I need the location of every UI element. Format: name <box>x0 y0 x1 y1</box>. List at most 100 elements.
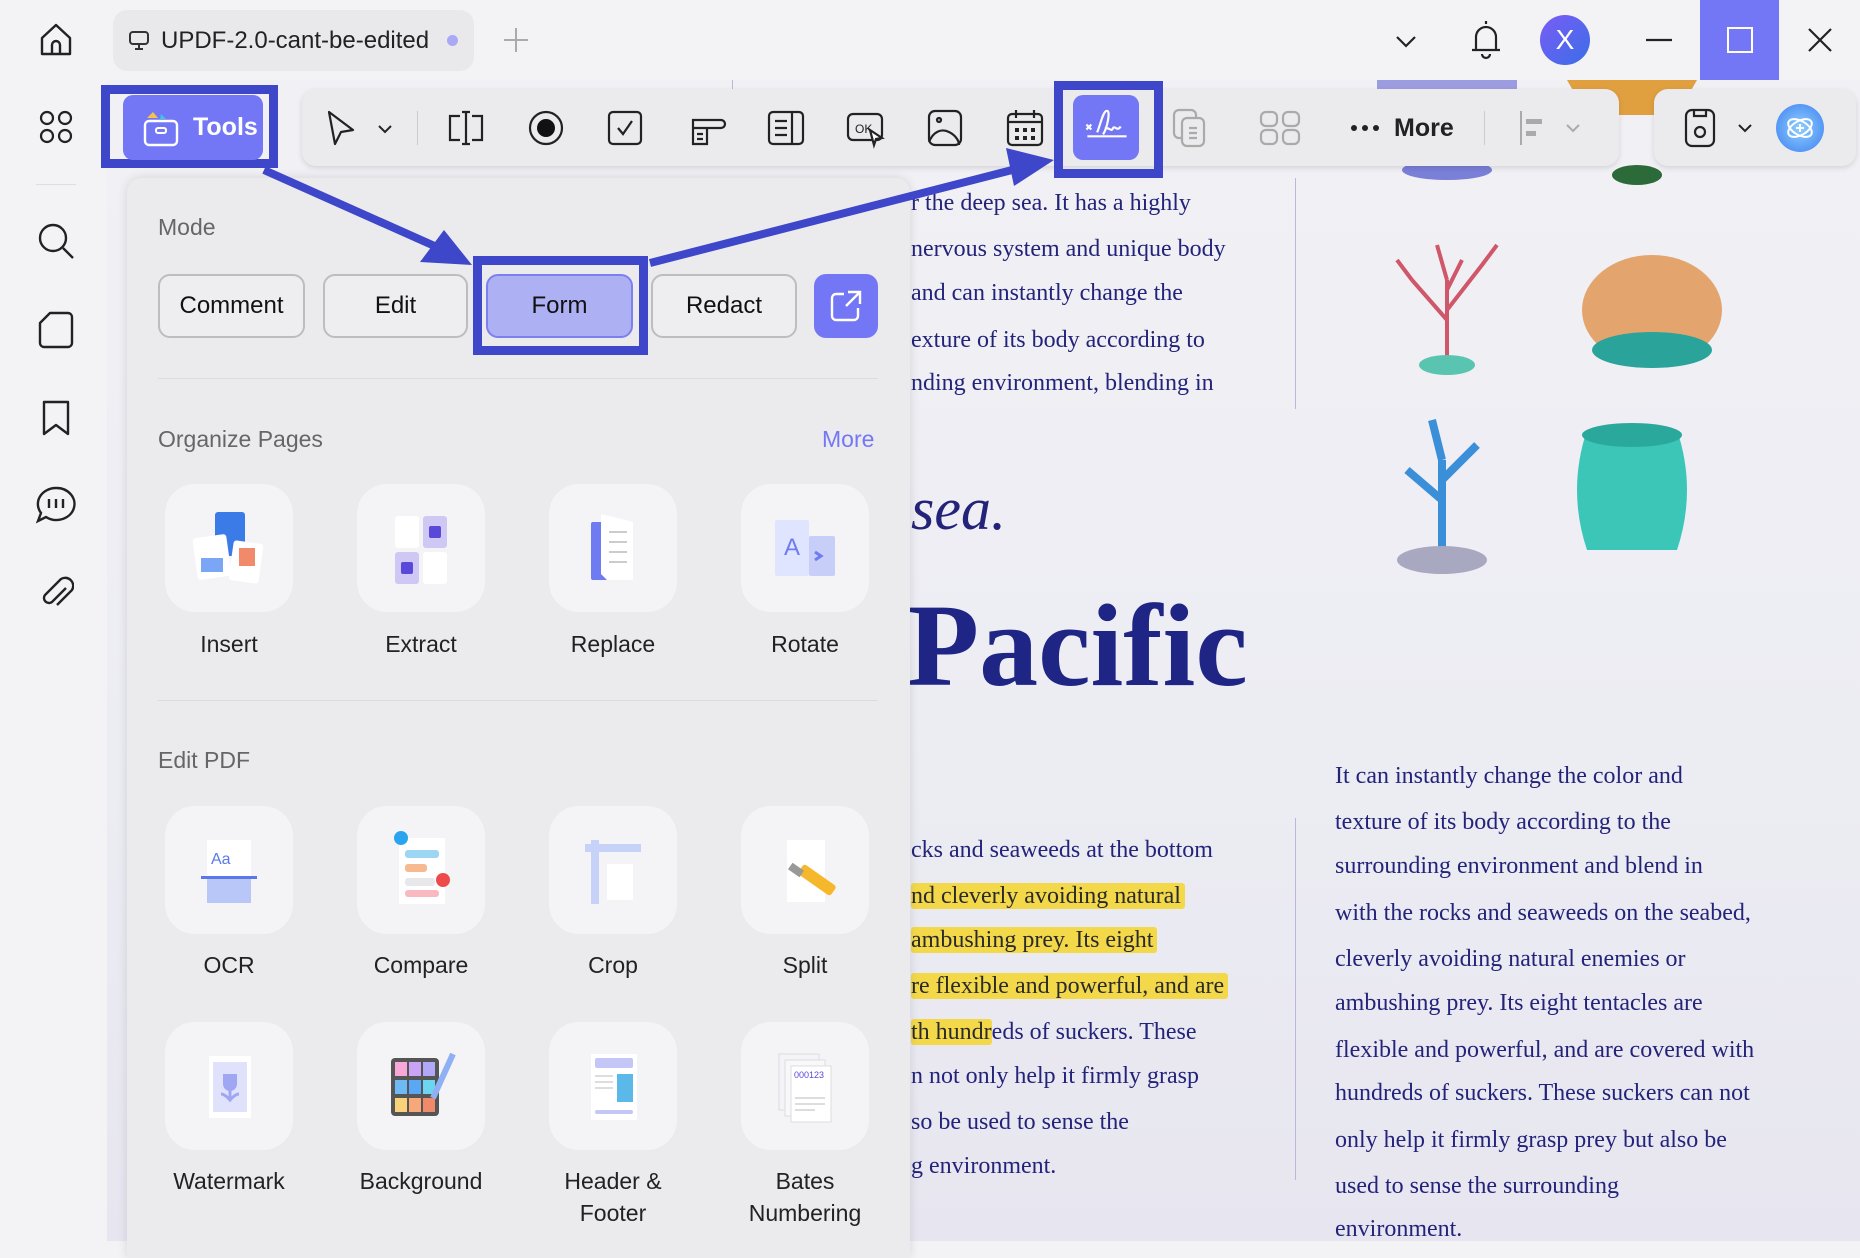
text-field-button[interactable] <box>444 106 488 150</box>
edit-pdf-heading: Edit PDF <box>158 747 250 774</box>
organize-more-link[interactable]: More <box>822 426 874 453</box>
extract-tool-tile[interactable] <box>357 484 485 612</box>
text-line: cks and seaweeds at the bottom <box>911 837 1213 864</box>
mode-redact-button[interactable]: Redact <box>651 274 797 338</box>
compare-icon <box>373 822 469 918</box>
page-thumbnail-icon[interactable] <box>38 310 74 350</box>
attachment-icon[interactable] <box>38 572 74 612</box>
compare-label: Compare <box>336 949 506 981</box>
save-icon[interactable] <box>1682 106 1718 150</box>
section-divider <box>158 700 878 701</box>
insert-icon <box>181 500 277 596</box>
mode-heading: Mode <box>158 214 216 241</box>
tab-title: UPDF-2.0-cant-be-edited <box>161 27 429 55</box>
background-label: Background <box>336 1165 506 1197</box>
checkbox-tool[interactable] <box>603 106 647 150</box>
mode-edit-button[interactable]: Edit <box>323 274 468 338</box>
open-external-button[interactable] <box>814 274 878 338</box>
copy-icon <box>1168 106 1212 150</box>
more-tools-button[interactable]: More <box>1350 109 1454 147</box>
text-line: n not only help it firmly grasp <box>911 1063 1199 1090</box>
column-rule <box>1295 178 1296 409</box>
monitor-icon <box>127 29 151 53</box>
background-icon <box>373 1038 469 1134</box>
comment-icon[interactable] <box>34 484 78 526</box>
select-pointer-button[interactable] <box>319 106 363 150</box>
signature-field-button[interactable] <box>1073 95 1139 160</box>
svg-text:Aa: Aa <box>211 851 231 868</box>
text-line: nding environment, blending in <box>911 370 1214 397</box>
bates-numbering-tool-tile[interactable]: 000123 <box>741 1022 869 1150</box>
ai-assistant-button[interactable] <box>1776 104 1824 152</box>
split-tool-tile[interactable] <box>741 806 869 934</box>
maximize-button[interactable] <box>1700 0 1779 80</box>
left-sidebar <box>0 80 107 1241</box>
maximize-icon <box>1726 26 1754 54</box>
bookmark-icon[interactable] <box>40 398 72 438</box>
close-icon[interactable] <box>1806 26 1834 54</box>
rotate-label: Rotate <box>720 628 890 660</box>
chevron-down-icon[interactable] <box>1393 28 1419 54</box>
image-field-tool[interactable] <box>923 106 967 150</box>
replace-tool-tile[interactable] <box>549 484 677 612</box>
dropdown-tool[interactable] <box>685 106 729 150</box>
apps-grid-icon[interactable] <box>38 109 74 145</box>
watermark-icon <box>181 1038 277 1134</box>
user-avatar[interactable]: X <box>1540 15 1590 65</box>
replace-icon <box>565 500 661 596</box>
ocr-icon: Aa <box>181 822 277 918</box>
compare-tool-tile[interactable] <box>357 806 485 934</box>
text-line: hundreds of suckers. These suckers can n… <box>1335 1080 1750 1107</box>
pointer-icon <box>319 106 363 150</box>
text-line: nervous system and unique body <box>911 236 1226 263</box>
highlighted-text[interactable]: re flexible and powerful, and are <box>911 973 1228 999</box>
duplicate-field-button[interactable] <box>1168 106 1212 150</box>
ai-assistant-icon <box>1784 112 1816 144</box>
chevron-down-icon[interactable] <box>1736 119 1754 137</box>
split-icon <box>757 822 853 918</box>
ocr-tool-tile[interactable]: Aa <box>165 806 293 934</box>
more-label: More <box>1394 114 1454 143</box>
heading-pacific: Pacific <box>907 578 1248 714</box>
background-tool-tile[interactable] <box>357 1022 485 1150</box>
ocr-label: OCR <box>144 949 314 981</box>
date-field-tool[interactable] <box>1003 106 1047 150</box>
button-tool[interactable]: OK <box>844 106 888 150</box>
checkbox-icon <box>603 106 647 150</box>
new-tab-plus-icon[interactable] <box>502 26 530 54</box>
crop-tool-tile[interactable] <box>549 806 677 934</box>
chevron-down-icon[interactable] <box>375 119 395 139</box>
home-icon[interactable] <box>36 20 76 60</box>
bell-icon[interactable] <box>1468 18 1504 60</box>
text-line: used to sense the surrounding <box>1335 1173 1619 1200</box>
insert-tool-tile[interactable] <box>165 484 293 612</box>
header-footer-tool-tile[interactable] <box>549 1022 677 1150</box>
label-line: Bates <box>720 1165 890 1197</box>
extract-icon <box>373 500 469 596</box>
text-line: It can instantly change the color and <box>1335 763 1683 790</box>
radio-button-tool[interactable] <box>524 106 568 150</box>
highlighted-text[interactable]: th hundr <box>911 1019 992 1045</box>
chevron-down-icon[interactable] <box>1564 119 1582 137</box>
mode-comment-button[interactable]: Comment <box>158 274 305 338</box>
highlighted-text[interactable]: ambushing prey. Its eight <box>911 927 1157 953</box>
external-link-icon <box>828 288 864 324</box>
watermark-tool-tile[interactable] <box>165 1022 293 1150</box>
unsaved-dot-icon <box>447 35 458 46</box>
ellipsis-icon <box>1350 123 1380 133</box>
minimize-icon[interactable] <box>1644 28 1674 52</box>
text-line: flexible and powerful, and are covered w… <box>1335 1037 1754 1064</box>
align-left-icon[interactable] <box>1518 109 1548 147</box>
list-box-tool[interactable] <box>764 106 808 150</box>
document-tab[interactable]: UPDF-2.0-cant-be-edited <box>113 10 474 71</box>
search-icon[interactable] <box>36 221 76 261</box>
sidebar-divider <box>36 184 76 185</box>
arrange-grid-button[interactable] <box>1258 106 1302 150</box>
tools-button[interactable]: Tools <box>123 95 263 160</box>
text-line: r the deep sea. It has a highly <box>911 190 1191 217</box>
toolbar-divider <box>1484 111 1485 145</box>
text-field-icon <box>444 106 488 150</box>
insert-label: Insert <box>144 628 314 660</box>
rotate-tool-tile[interactable]: A <box>741 484 869 612</box>
highlighted-text[interactable]: nd cleverly avoiding natural <box>911 883 1185 909</box>
